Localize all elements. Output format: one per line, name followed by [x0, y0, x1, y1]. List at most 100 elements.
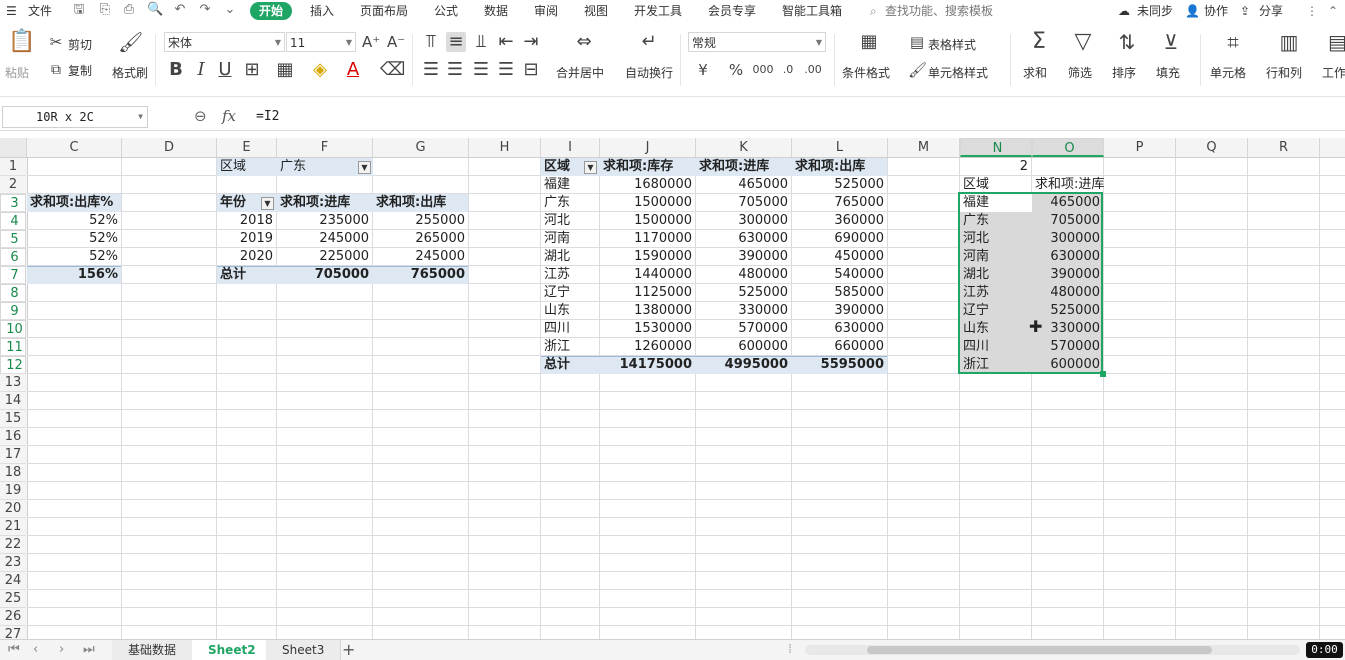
pivot-ef-cell[interactable]: 245000	[373, 248, 468, 266]
row-header[interactable]: 5	[0, 230, 26, 248]
row-header[interactable]: 10	[0, 320, 26, 338]
border-icon[interactable]: ⊞	[242, 60, 262, 80]
conditional-format-icon[interactable]: ▦	[856, 32, 882, 52]
row-header[interactable]: 12	[0, 356, 26, 374]
row-header[interactable]: 9	[0, 302, 26, 320]
fill-handle[interactable]	[1100, 371, 1106, 377]
sheet-tab-basic-data[interactable]: 基础数据	[112, 640, 194, 660]
search-input[interactable]: 查找功能、搜索模板	[885, 2, 993, 20]
font-color-icon[interactable]: A	[345, 60, 361, 80]
prev-sheet-icon[interactable]: ‹	[33, 642, 38, 657]
pivot-ef-cell[interactable]: 235000	[277, 212, 372, 230]
row-header[interactable]: 23	[0, 554, 26, 572]
bold-icon[interactable]: B	[168, 60, 184, 80]
wrap-text-button[interactable]: 自动换行	[625, 64, 673, 81]
align-left-icon[interactable]: ☰	[422, 60, 440, 80]
merge-center-icon[interactable]: ⇔	[571, 32, 597, 52]
pivot-ef-cell[interactable]: 2019	[217, 230, 276, 248]
cell-grid[interactable]: 求和项:出库% 52% 52% 52% 156% 区域 广东 ▼ 年份 ▼ 求和…	[27, 158, 1345, 639]
worksheet-button[interactable]: 工作	[1322, 64, 1345, 81]
name-box[interactable]: 10R x 2C ▼	[2, 106, 148, 128]
pivot-il-total-label[interactable]: 总计	[541, 356, 599, 374]
column-header-e[interactable]: E	[217, 138, 277, 157]
column-header-l[interactable]: L	[792, 138, 888, 157]
horizontal-scrollbar[interactable]	[805, 645, 1300, 655]
column-header-h[interactable]: H	[469, 138, 541, 157]
pivot-il-value[interactable]: 570000	[696, 320, 791, 338]
row-header[interactable]: 17	[0, 446, 26, 464]
tab-home[interactable]: 开始	[250, 2, 293, 20]
paste-button[interactable]: 粘贴	[5, 64, 29, 81]
pivot-ef-cell[interactable]: 225000	[277, 248, 372, 266]
pivot-il-region[interactable]: 湖北	[541, 248, 599, 266]
column-header-i[interactable]: I	[541, 138, 600, 157]
align-bottom-icon[interactable]: ⫫	[472, 32, 490, 52]
pivot-il-region[interactable]: 福建	[541, 176, 599, 194]
row-header[interactable]: 25	[0, 590, 26, 608]
next-sheet-icon[interactable]: ›	[59, 642, 64, 657]
row-header[interactable]: 21	[0, 518, 26, 536]
font-increase-icon[interactable]: A⁺	[362, 32, 380, 52]
print-preview-icon[interactable]: 🔍	[147, 3, 163, 17]
row-header[interactable]: 19	[0, 482, 26, 500]
redo-icon[interactable]: ↷	[198, 3, 212, 17]
row-header[interactable]: 26	[0, 608, 26, 626]
underline-icon[interactable]: U	[217, 60, 233, 80]
tab-smart-tools[interactable]: 智能工具箱	[782, 2, 842, 20]
collapse-ribbon-icon[interactable]: ⌃	[1328, 2, 1338, 20]
tab-member[interactable]: 会员专享	[708, 2, 756, 20]
pivot-il-value[interactable]: 390000	[792, 302, 887, 320]
row-header[interactable]: 11	[0, 338, 26, 356]
sort-button[interactable]: 排序	[1112, 64, 1136, 81]
share-icon[interactable]: ⇪	[1240, 2, 1250, 20]
column-header-f[interactable]: F	[277, 138, 373, 157]
number-format-select[interactable]: 常规 ▼	[688, 32, 826, 52]
more-icon[interactable]: ⋮	[1306, 2, 1318, 20]
column-header-n[interactable]: N	[960, 138, 1032, 157]
increase-decimal-icon[interactable]: .0	[777, 60, 799, 80]
pivot-il-value[interactable]: 480000	[696, 266, 791, 284]
quick-access-dropdown-icon[interactable]: ⌄	[223, 3, 237, 17]
pivot-ef-total[interactable]: 765000	[373, 266, 468, 284]
file-menu[interactable]: 文件	[28, 2, 52, 20]
pivot-ef-cell[interactable]: 255000	[373, 212, 468, 230]
pivot-il-value[interactable]: 630000	[696, 230, 791, 248]
fx-icon[interactable]: fx	[222, 107, 236, 125]
row-header[interactable]: 14	[0, 392, 26, 410]
pivot-il-value[interactable]: 300000	[696, 212, 791, 230]
row-header[interactable]: 6	[0, 248, 26, 266]
tab-page-layout[interactable]: 页面布局	[360, 2, 408, 20]
row-header[interactable]: 3	[0, 194, 26, 212]
column-header-q[interactable]: Q	[1176, 138, 1248, 157]
cell-n1[interactable]: 2	[960, 158, 1031, 176]
worksheet-icon[interactable]: ▤	[1328, 32, 1345, 52]
cell-icon[interactable]: ⌗	[1220, 32, 1246, 52]
cell-button[interactable]: 单元格	[1210, 64, 1246, 81]
pivot-il-header-in[interactable]: 求和项:进库	[696, 158, 791, 176]
column-header-r[interactable]: R	[1248, 138, 1320, 157]
row-header[interactable]: 8	[0, 284, 26, 302]
pivot-il-value[interactable]: 360000	[792, 212, 887, 230]
pivot-il-region[interactable]: 四川	[541, 320, 599, 338]
filter-icon[interactable]: ▼	[358, 161, 371, 174]
column-header-g[interactable]: G	[373, 138, 469, 157]
row-header[interactable]: 22	[0, 536, 26, 554]
pivot-ef-total[interactable]: 705000	[277, 266, 372, 284]
pivot-il-header-stock[interactable]: 求和项:库存	[600, 158, 695, 176]
font-decrease-icon[interactable]: A⁻	[387, 32, 405, 52]
tab-developer[interactable]: 开发工具	[634, 2, 682, 20]
row-column-button[interactable]: 行和列	[1266, 64, 1302, 81]
pivot-il-total[interactable]: 14175000	[600, 356, 695, 374]
indent-decrease-icon[interactable]: ⇤	[497, 32, 515, 52]
pivot-ef-cell[interactable]: 245000	[277, 230, 372, 248]
fill-color-icon[interactable]: ◈	[310, 60, 330, 80]
pivot-il-region[interactable]: 河北	[541, 212, 599, 230]
font-size-select[interactable]: 11 ▼	[286, 32, 356, 52]
format-painter-button[interactable]: 格式刷	[112, 64, 148, 81]
format-painter-icon[interactable]: 🖌	[118, 32, 143, 52]
filter-button[interactable]: 筛选	[1068, 64, 1092, 81]
splitter-icon[interactable]: ⁞	[788, 642, 792, 657]
pivot-c-value[interactable]: 52%	[27, 230, 121, 248]
export-icon[interactable]: ⎘	[98, 3, 112, 17]
fill-button[interactable]: 填充	[1156, 64, 1180, 81]
